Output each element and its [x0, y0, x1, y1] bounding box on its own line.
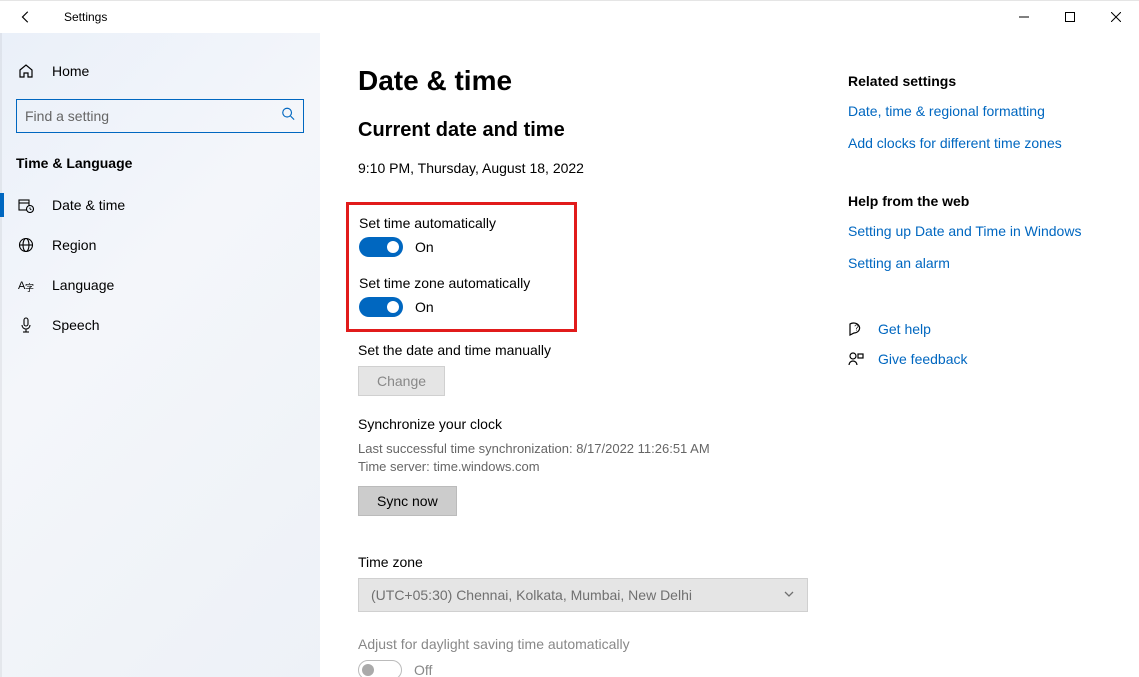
sidebar-home[interactable]: Home — [0, 53, 320, 89]
minimize-icon — [1019, 12, 1029, 22]
highlight-box: Set time automatically On Set time zone … — [346, 202, 577, 332]
search-input[interactable] — [17, 100, 303, 132]
sidebar: Home Time & Language Date & time Region … — [0, 33, 320, 677]
give-feedback-row[interactable]: Give feedback — [848, 351, 1099, 367]
dst-state: Off — [414, 662, 432, 677]
timezone-select[interactable]: (UTC+05:30) Chennai, Kolkata, Mumbai, Ne… — [358, 578, 808, 612]
globe-icon — [18, 237, 34, 253]
current-datetime-value: 9:10 PM, Thursday, August 18, 2022 — [358, 160, 808, 176]
sidebar-item-label: Language — [52, 277, 114, 293]
link-add-clocks[interactable]: Add clocks for different time zones — [848, 135, 1099, 151]
set-time-auto-state: On — [415, 239, 434, 255]
timezone-value: (UTC+05:30) Chennai, Kolkata, Mumbai, Ne… — [371, 587, 692, 603]
manual-datetime-label: Set the date and time manually — [358, 342, 808, 358]
sidebar-item-region[interactable]: Region — [0, 225, 320, 265]
sync-heading: Synchronize your clock — [358, 416, 808, 432]
microphone-icon — [18, 317, 34, 333]
current-datetime-heading: Current date and time — [358, 119, 808, 142]
home-icon — [18, 63, 34, 79]
set-time-auto-toggle[interactable] — [359, 237, 403, 257]
minimize-button[interactable] — [1001, 1, 1047, 33]
titlebar: Settings — [0, 1, 1139, 33]
sidebar-item-label: Speech — [52, 317, 99, 333]
sidebar-category: Time & Language — [0, 151, 320, 185]
sidebar-scrollbar[interactable] — [0, 33, 5, 677]
sidebar-item-speech[interactable]: Speech — [0, 305, 320, 345]
back-button[interactable] — [18, 10, 34, 24]
link-setup-datetime[interactable]: Setting up Date and Time in Windows — [848, 223, 1099, 239]
link-setting-alarm[interactable]: Setting an alarm — [848, 255, 1099, 271]
calendar-clock-icon — [18, 197, 34, 213]
svg-text:字: 字 — [25, 282, 34, 293]
page-title: Date & time — [358, 65, 808, 97]
window-controls — [1001, 1, 1139, 33]
chevron-down-icon — [783, 588, 795, 603]
dst-toggle[interactable] — [358, 660, 402, 677]
help-heading: Help from the web — [848, 193, 1099, 209]
set-tz-auto-state: On — [415, 299, 434, 315]
sidebar-item-label: Date & time — [52, 197, 125, 213]
maximize-icon — [1065, 12, 1075, 22]
link-get-help[interactable]: Get help — [878, 321, 931, 337]
set-tz-auto-label: Set time zone automatically — [359, 275, 530, 291]
svg-text:?: ? — [854, 324, 859, 333]
help-icon: ? — [848, 321, 864, 337]
window-title: Settings — [64, 10, 107, 24]
related-panel: Related settings Date, time & regional f… — [848, 65, 1099, 677]
main-panel: Date & time Current date and time 9:10 P… — [320, 33, 1139, 677]
arrow-left-icon — [19, 10, 33, 24]
link-give-feedback[interactable]: Give feedback — [878, 351, 968, 367]
language-icon: A字 — [18, 277, 34, 293]
link-regional-formatting[interactable]: Date, time & regional formatting — [848, 103, 1099, 119]
search-box[interactable] — [16, 99, 304, 133]
close-button[interactable] — [1093, 1, 1139, 33]
sidebar-item-date-time[interactable]: Date & time — [0, 185, 320, 225]
maximize-button[interactable] — [1047, 1, 1093, 33]
related-heading: Related settings — [848, 73, 1099, 89]
sidebar-item-language[interactable]: A字 Language — [0, 265, 320, 305]
set-tz-auto-toggle[interactable] — [359, 297, 403, 317]
sidebar-item-label: Region — [52, 237, 96, 253]
search-icon — [281, 107, 295, 126]
close-icon — [1111, 12, 1121, 22]
sync-last-value: Last successful time synchronization: 8/… — [358, 440, 808, 458]
set-time-auto-label: Set time automatically — [359, 215, 530, 231]
change-button[interactable]: Change — [358, 366, 445, 396]
get-help-row[interactable]: ? Get help — [848, 321, 1099, 337]
sidebar-home-label: Home — [52, 63, 89, 79]
timezone-heading: Time zone — [358, 554, 808, 570]
dst-label: Adjust for daylight saving time automati… — [358, 636, 808, 652]
sync-now-button[interactable]: Sync now — [358, 486, 457, 516]
feedback-icon — [848, 351, 864, 367]
sync-server-value: Time server: time.windows.com — [358, 458, 808, 476]
